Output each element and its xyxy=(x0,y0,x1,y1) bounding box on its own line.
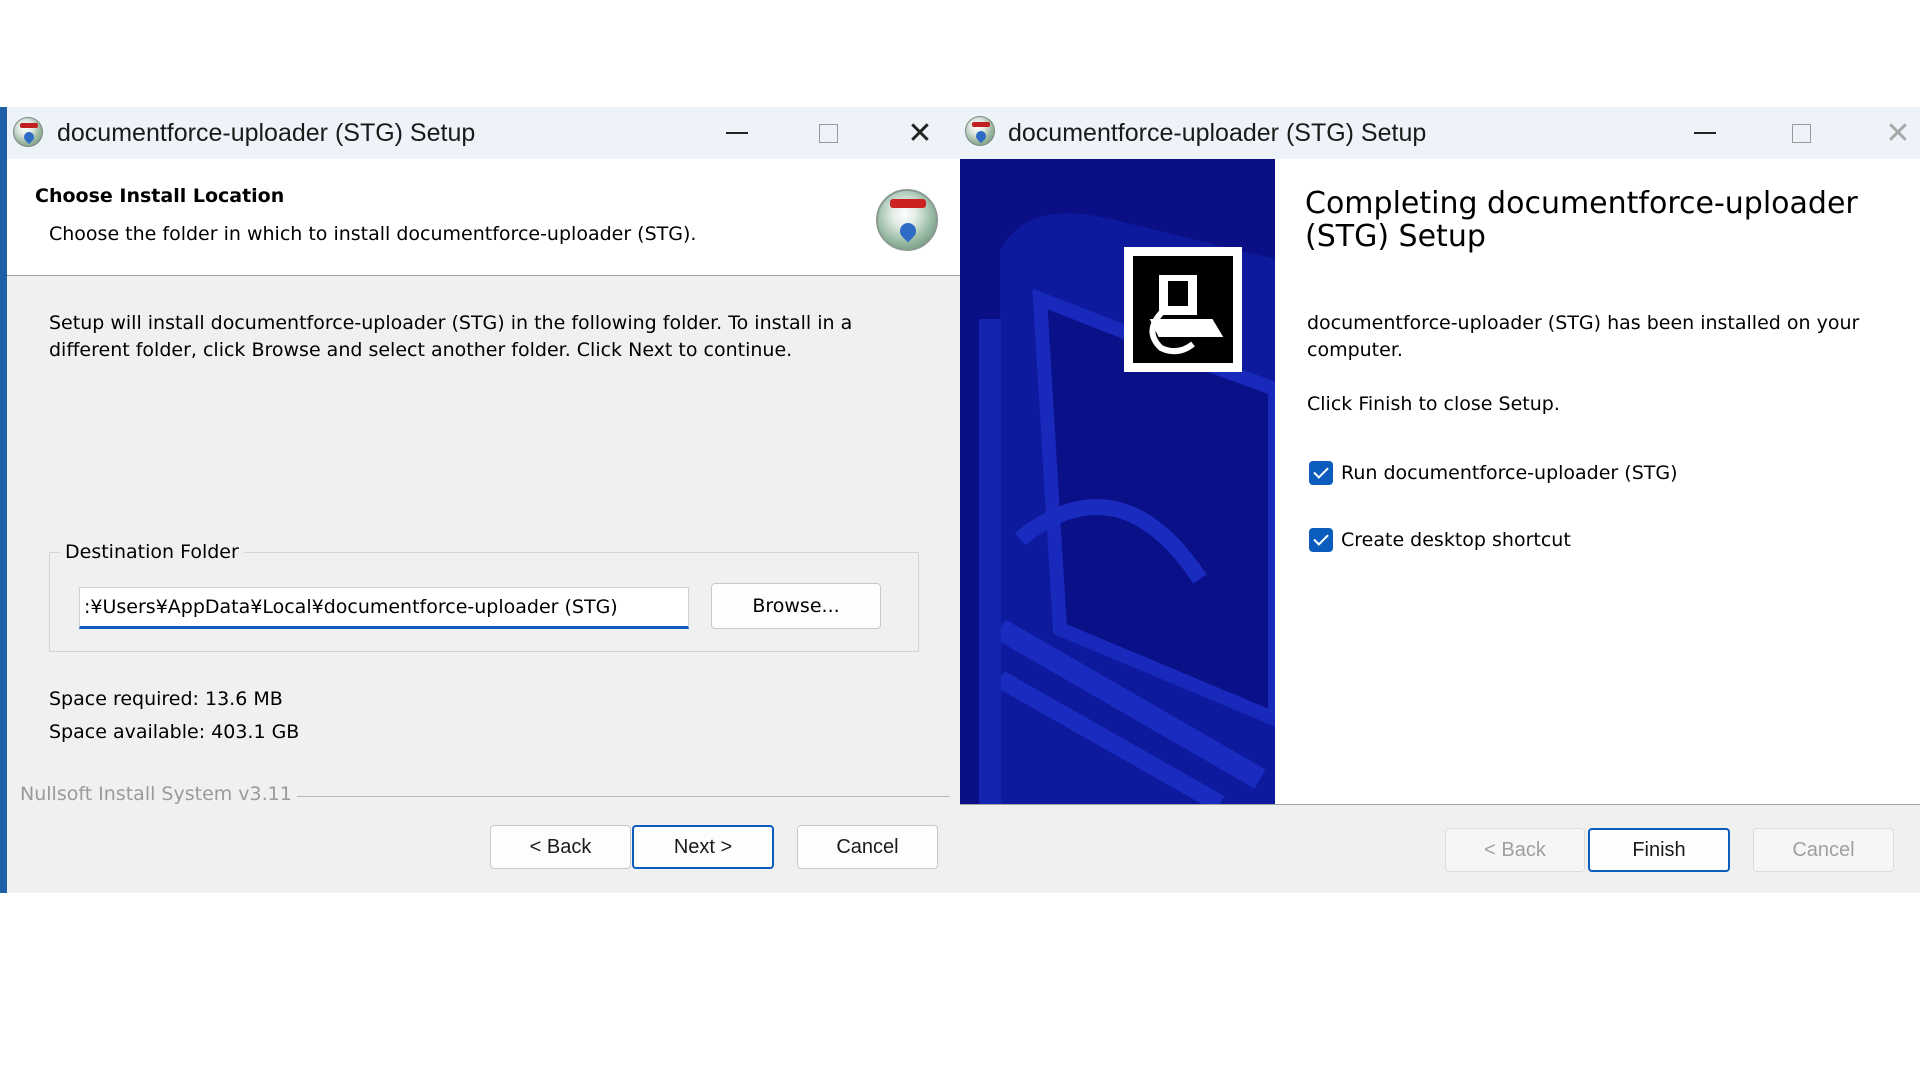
maximize-icon xyxy=(818,123,838,143)
window-title: documentforce-uploader (STG) Setup xyxy=(57,119,476,147)
setup-window-finish: documentforce-uploader (STG) Setup ✕ Com… xyxy=(960,107,1920,893)
back-button[interactable]: < Back xyxy=(1445,828,1585,872)
finish-page-title: Completing documentforce-uploader (STG) … xyxy=(1305,186,1858,254)
instructions-text: Setup will install documentforce-uploade… xyxy=(49,312,853,361)
installer-computer-icon xyxy=(1124,247,1242,372)
minimize-button[interactable] xyxy=(707,113,767,153)
titlebar[interactable]: documentforce-uploader (STG) Setup ✕ xyxy=(960,107,1920,159)
destination-path-input[interactable]: :¥Users¥AppData¥Local¥documentforce-uplo… xyxy=(79,587,689,629)
close-button[interactable]: ✕ xyxy=(890,113,950,153)
next-button[interactable]: Next > xyxy=(632,825,774,869)
browse-button[interactable]: Browse... xyxy=(711,583,881,629)
nsis-logo-icon xyxy=(876,189,938,251)
run-app-checkbox-row[interactable]: Run documentforce-uploader (STG) xyxy=(1309,461,1678,485)
minimize-icon xyxy=(1694,132,1716,134)
minimize-icon xyxy=(726,132,748,134)
minimize-button[interactable] xyxy=(1675,113,1735,153)
page-subtitle: Choose the folder in which to install do… xyxy=(49,223,697,245)
page-title: Choose Install Location xyxy=(35,185,285,207)
finish-instruction: Click Finish to close Setup. xyxy=(1307,393,1560,415)
setup-window-install-location: documentforce-uploader (STG) Setup ✕ Cho… xyxy=(0,107,960,893)
header-pane: Choose Install Location Choose the folde… xyxy=(7,159,960,276)
close-button[interactable]: ✕ xyxy=(1868,113,1920,153)
close-icon: ✕ xyxy=(1885,115,1911,151)
destination-folder-group: Destination Folder :¥Users¥AppData¥Local… xyxy=(49,541,919,652)
finish-message: documentforce-uploader (STG) has been in… xyxy=(1307,312,1860,361)
cancel-button[interactable]: Cancel xyxy=(797,825,938,869)
desktop-shortcut-label: Create desktop shortcut xyxy=(1341,529,1571,551)
run-app-label: Run documentforce-uploader (STG) xyxy=(1341,462,1678,484)
maximize-icon xyxy=(1791,123,1811,143)
space-required: Space required: 13.6 MB xyxy=(49,688,283,710)
desktop-shortcut-checkbox[interactable] xyxy=(1309,528,1333,552)
close-icon: ✕ xyxy=(907,115,933,151)
titlebar[interactable]: documentforce-uploader (STG) Setup ✕ xyxy=(7,107,960,159)
footer-divider xyxy=(960,804,1920,805)
installer-app-icon xyxy=(965,116,995,146)
wizard-side-banner xyxy=(960,159,1275,804)
finish-button[interactable]: Finish xyxy=(1588,828,1730,872)
branding-divider xyxy=(297,796,950,797)
installer-app-icon xyxy=(13,117,43,147)
run-app-checkbox[interactable] xyxy=(1309,461,1333,485)
back-button[interactable]: < Back xyxy=(490,825,631,869)
desktop-shortcut-checkbox-row[interactable]: Create desktop shortcut xyxy=(1309,528,1571,552)
space-available: Space available: 403.1 GB xyxy=(49,721,300,743)
window-title: documentforce-uploader (STG) Setup xyxy=(1008,119,1427,147)
maximize-button[interactable] xyxy=(798,113,858,153)
cancel-button[interactable]: Cancel xyxy=(1753,828,1894,872)
destination-folder-label: Destination Folder xyxy=(60,541,244,563)
nsis-branding-text: Nullsoft Install System v3.11 xyxy=(20,783,292,805)
maximize-button[interactable] xyxy=(1771,113,1831,153)
